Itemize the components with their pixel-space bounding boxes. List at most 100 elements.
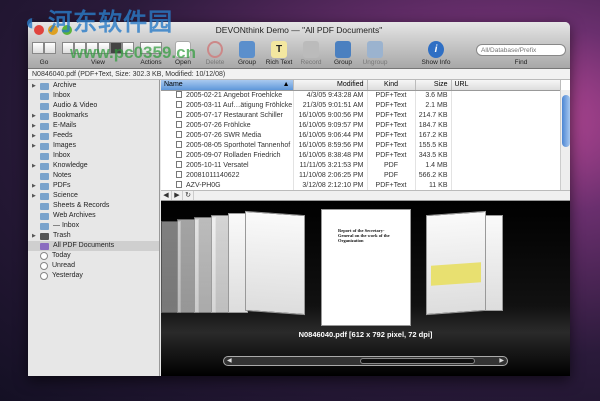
sidebar-item[interactable]: Audio & Video <box>28 101 159 111</box>
vertical-scrollbar[interactable] <box>560 90 570 190</box>
cell-modified: 3/12/08 2:12:10 PM <box>293 180 367 190</box>
show-info-button[interactable]: iShow Info <box>416 41 456 66</box>
disclosure-triangle-icon[interactable]: ▶ <box>32 131 40 141</box>
cell-name: 20081011140622 <box>161 170 293 180</box>
folder-icon <box>40 173 49 180</box>
sidebar-item-label: Inbox <box>53 151 70 161</box>
sidebar-item[interactable]: ▶Archive <box>28 81 159 91</box>
scroll-thumb[interactable] <box>562 95 570 147</box>
sidebar-item[interactable]: ▶ Bookmarks <box>28 111 159 121</box>
cell-url <box>451 180 561 190</box>
forward-icon[interactable]: ▶ <box>172 191 183 200</box>
column-name[interactable]: Name▲ <box>161 80 293 90</box>
cell-size: 214.7 KB <box>415 110 451 120</box>
watermark-url: www.pc0359.cn <box>70 43 196 63</box>
sidebar-item[interactable]: Today <box>28 251 159 261</box>
name-text: 20081011140622 <box>186 172 239 179</box>
cover-flow-scrollbar[interactable]: ◀ ▶ <box>223 356 508 366</box>
pdf-document-icon <box>176 141 182 148</box>
folder-icon <box>40 163 49 170</box>
disclosure-triangle-icon[interactable]: ▶ <box>32 181 40 191</box>
delete-button[interactable]: Delete <box>200 41 230 66</box>
group-into-button[interactable]: Group <box>328 41 358 66</box>
sidebar-item[interactable]: ▶ Knowledge <box>28 161 159 171</box>
table-row[interactable]: 2005-07-17 Restaurant Schiller16/10/05 9… <box>161 110 561 120</box>
cell-name: 2005-09-07 Rolladen Friedrich <box>161 150 293 160</box>
group-button[interactable]: Group <box>232 41 262 66</box>
pdf-document-icon <box>176 151 182 158</box>
sidebar-item[interactable]: ▶Images <box>28 141 159 151</box>
record-button[interactable]: Record <box>296 41 326 66</box>
rich-text-button[interactable]: TRich Text <box>264 41 294 66</box>
disclosure-triangle-icon[interactable]: ▶ <box>32 191 40 201</box>
disclosure-triangle-icon[interactable]: ▶ <box>32 111 40 121</box>
table-row[interactable]: 2005-07-26 Fröhlcke16/10/05 9:09:57 PMPD… <box>161 120 561 130</box>
sidebar-item[interactable]: — Inbox <box>28 221 159 231</box>
table-row[interactable]: 2005-03-11 Auf…ätigung Fröhlcke21/3/05 9… <box>161 100 561 110</box>
sidebar-item[interactable]: ▶ Science <box>28 191 159 201</box>
cell-url <box>451 130 561 140</box>
search-input[interactable] <box>476 44 566 56</box>
back-icon[interactable]: ◀ <box>161 191 172 200</box>
cover-page[interactable] <box>485 215 503 311</box>
cell-name: 2005-07-26 Fröhlcke <box>161 120 293 130</box>
ungroup-button[interactable]: Ungroup <box>360 41 390 66</box>
sidebar-item[interactable]: Web Archives <box>28 211 159 221</box>
cell-url <box>451 140 561 150</box>
cover-page[interactable] <box>426 211 486 315</box>
sidebar-item[interactable]: Notes <box>28 171 159 181</box>
scroll-right-icon[interactable]: ▶ <box>499 357 504 365</box>
sidebar-item-label: Knowledge <box>53 161 88 171</box>
go-control[interactable]: Go <box>32 42 56 66</box>
disclosure-triangle-icon[interactable]: ▶ <box>32 81 40 91</box>
cell-name: AZV-PH0G <box>161 180 293 190</box>
folder-icon <box>40 133 49 140</box>
reload-icon[interactable]: ↻ <box>183 191 194 200</box>
sidebar-item[interactable]: Yesterday <box>28 271 159 281</box>
sidebar-item[interactable]: Inbox <box>28 151 159 161</box>
table-row[interactable]: 2005-07-26 SWR Media16/10/05 9:06:44 PMP… <box>161 130 561 140</box>
table-row[interactable]: 2008101114062211/10/08 2:06:25 PMPDF566.… <box>161 170 561 180</box>
disclosure-triangle-icon[interactable]: ▶ <box>32 121 40 131</box>
disclosure-triangle-icon[interactable]: ▶ <box>32 231 40 241</box>
rich-text-label: Rich Text <box>266 59 293 66</box>
sidebar-item[interactable]: ▶Feeds <box>28 131 159 141</box>
disclosure-triangle-icon[interactable]: ▶ <box>32 161 40 171</box>
name-text: AZV-PH0G <box>186 182 221 189</box>
cover-page[interactable] <box>245 211 305 315</box>
table-row[interactable]: 2005-09-07 Rolladen Friedrich16/10/05 8:… <box>161 150 561 160</box>
cell-kind: PDF <box>367 170 415 180</box>
clock-icon <box>40 252 48 260</box>
sidebar-item[interactable]: ▶E-Mails <box>28 121 159 131</box>
column-url[interactable]: URL <box>451 80 561 90</box>
table-row[interactable]: 2005-10-11 Versatel11/11/05 3:21:53 PMPD… <box>161 160 561 170</box>
table-row[interactable]: AZV-PH0G3/12/08 2:12:10 PMPDF+Text11 KB <box>161 180 561 190</box>
cover-flow[interactable]: Report of the Secretary-General on the w… <box>161 201 570 376</box>
sidebar-item[interactable]: All PDF Documents <box>28 241 159 251</box>
sidebar-item[interactable]: Sheets & Records <box>28 201 159 211</box>
sidebar-item[interactable]: Unread <box>28 261 159 271</box>
table-row[interactable]: 2005-08-05 Sporthotel Tannenhof16/10/05 … <box>161 140 561 150</box>
scroll-left-icon[interactable]: ◀ <box>227 357 232 365</box>
sidebar-item-label: All PDF Documents <box>53 241 114 251</box>
current-document-page[interactable]: Report of the Secretary-General on the w… <box>321 209 411 326</box>
sidebar-item-label: Bookmarks <box>53 111 88 121</box>
column-kind[interactable]: Kind <box>367 80 415 90</box>
pdf-document-icon <box>176 121 182 128</box>
rich-text-icon: T <box>271 41 287 58</box>
column-size[interactable]: Size <box>415 80 451 90</box>
folder-icon <box>40 113 49 120</box>
delete-label: Delete <box>206 59 225 66</box>
table-row[interactable]: 2005-02-21 Angebot Froehlcke4/3/05 9:43:… <box>161 90 561 100</box>
sidebar-item-label: Science <box>53 191 78 201</box>
sidebar-item[interactable]: Inbox <box>28 91 159 101</box>
name-text: 2005-10-11 Versatel <box>186 162 249 169</box>
cover-flow-thumb[interactable] <box>360 358 475 364</box>
disclosure-triangle-icon[interactable]: ▶ <box>32 141 40 151</box>
column-name-label: Name <box>164 81 183 88</box>
column-modified[interactable]: Modified <box>293 80 367 90</box>
sidebar-item[interactable]: ▶PDFs <box>28 181 159 191</box>
cell-kind: PDF+Text <box>367 90 415 100</box>
sidebar-item[interactable]: ▶Trash <box>28 231 159 241</box>
pdf-document-icon <box>176 171 182 178</box>
